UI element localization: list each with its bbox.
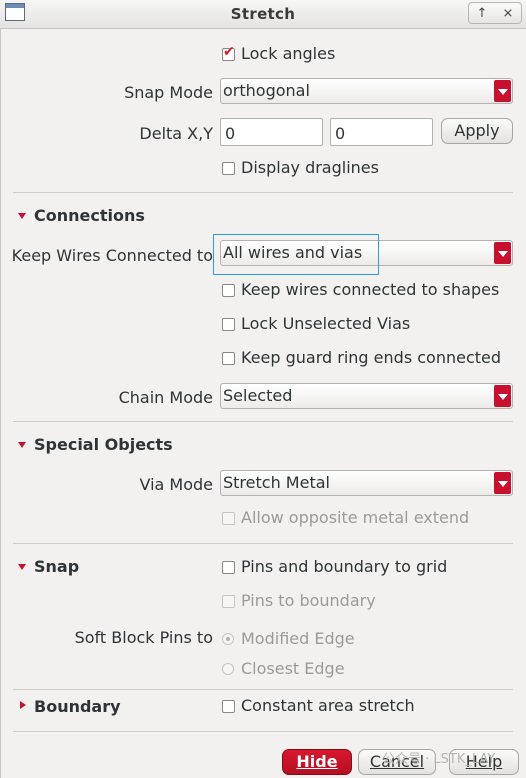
keep-shapes-checkbox[interactable] [222,284,235,297]
chain-mode-dropdown[interactable]: Selected [220,383,513,409]
stretch-dialog: Stretch ↑ ⨯ Lock angles Snap Mode orthog… [0,0,526,778]
chain-mode-value: Selected [223,386,293,405]
snap-mode-dropdown[interactable]: orthogonal [220,78,513,104]
lock-angles-label: Lock angles [241,44,336,63]
separator [13,421,513,422]
closest-edge-radio [222,663,234,675]
apply-button[interactable]: Apply [441,118,513,144]
hide-button-label: Hide [296,752,338,771]
separator [13,192,513,193]
lock-vias-checkbox[interactable] [222,318,235,331]
raise-window-icon[interactable]: ↑ [469,3,495,23]
constant-area-checkbox[interactable] [222,700,235,713]
separator [13,731,513,732]
via-mode-label: Via Mode [139,475,213,494]
separator [13,543,513,544]
lock-vias-label: Lock Unselected Vias [241,314,411,333]
constant-area-label: Constant area stretch [241,696,415,715]
window-controls: ↑ ⨯ [468,2,522,24]
via-mode-dropdown[interactable]: Stretch Metal [220,470,513,496]
chevron-down-icon [494,385,511,407]
section-expanded-icon[interactable] [18,564,26,570]
focus-highlight [213,234,379,275]
snap-mode-value: orthogonal [223,81,310,100]
delta-x-input[interactable] [220,118,323,146]
boundary-section-title[interactable]: Boundary [34,697,121,716]
window-border [0,28,1,778]
snap-section-title[interactable]: Snap [34,557,79,576]
allow-opposite-checkbox [222,512,235,525]
chain-mode-label: Chain Mode [118,388,213,407]
separator [13,689,513,690]
via-mode-value: Stretch Metal [223,473,330,492]
snap-mode-label: Snap Mode [124,83,213,102]
pins-grid-label: Pins and boundary to grid [241,557,448,576]
soft-block-label: Soft Block Pins to [74,628,213,647]
pins-grid-checkbox[interactable] [222,561,235,574]
section-collapsed-icon[interactable] [20,701,26,709]
close-window-icon[interactable]: ⨯ [495,3,521,23]
section-expanded-icon[interactable] [18,213,26,219]
connections-section-title[interactable]: Connections [34,206,145,225]
guard-ring-checkbox[interactable] [222,352,235,365]
lock-angles-checkbox[interactable] [222,44,235,61]
delta-label: Delta X,Y [139,124,213,143]
display-draglines-label: Display draglines [241,158,379,177]
chevron-down-icon [494,80,511,102]
title-bar: Stretch ↑ ⨯ [0,0,526,29]
hide-button[interactable]: Hide [282,749,352,775]
guard-ring-label: Keep guard ring ends connected [241,348,502,367]
chevron-down-icon [494,242,511,264]
delta-y-input[interactable] [330,118,433,146]
modified-edge-label: Modified Edge [241,629,355,648]
modified-edge-radio [222,633,234,645]
special-objects-section-title[interactable]: Special Objects [34,435,173,454]
keep-shapes-label: Keep wires connected to shapes [241,280,500,299]
closest-edge-label: Closest Edge [241,659,345,678]
display-draglines-checkbox[interactable] [222,162,235,175]
pins-boundary-label: Pins to boundary [241,591,376,610]
allow-opposite-label: Allow opposite metal extend [241,508,470,527]
chevron-down-icon [494,472,511,494]
pins-boundary-checkbox [222,595,235,608]
keep-wires-label: Keep Wires Connected to [11,246,213,265]
section-expanded-icon[interactable] [18,442,26,448]
window-title: Stretch [230,5,296,23]
watermark-text: 公众号 · LSTK_LAY [382,752,496,767]
